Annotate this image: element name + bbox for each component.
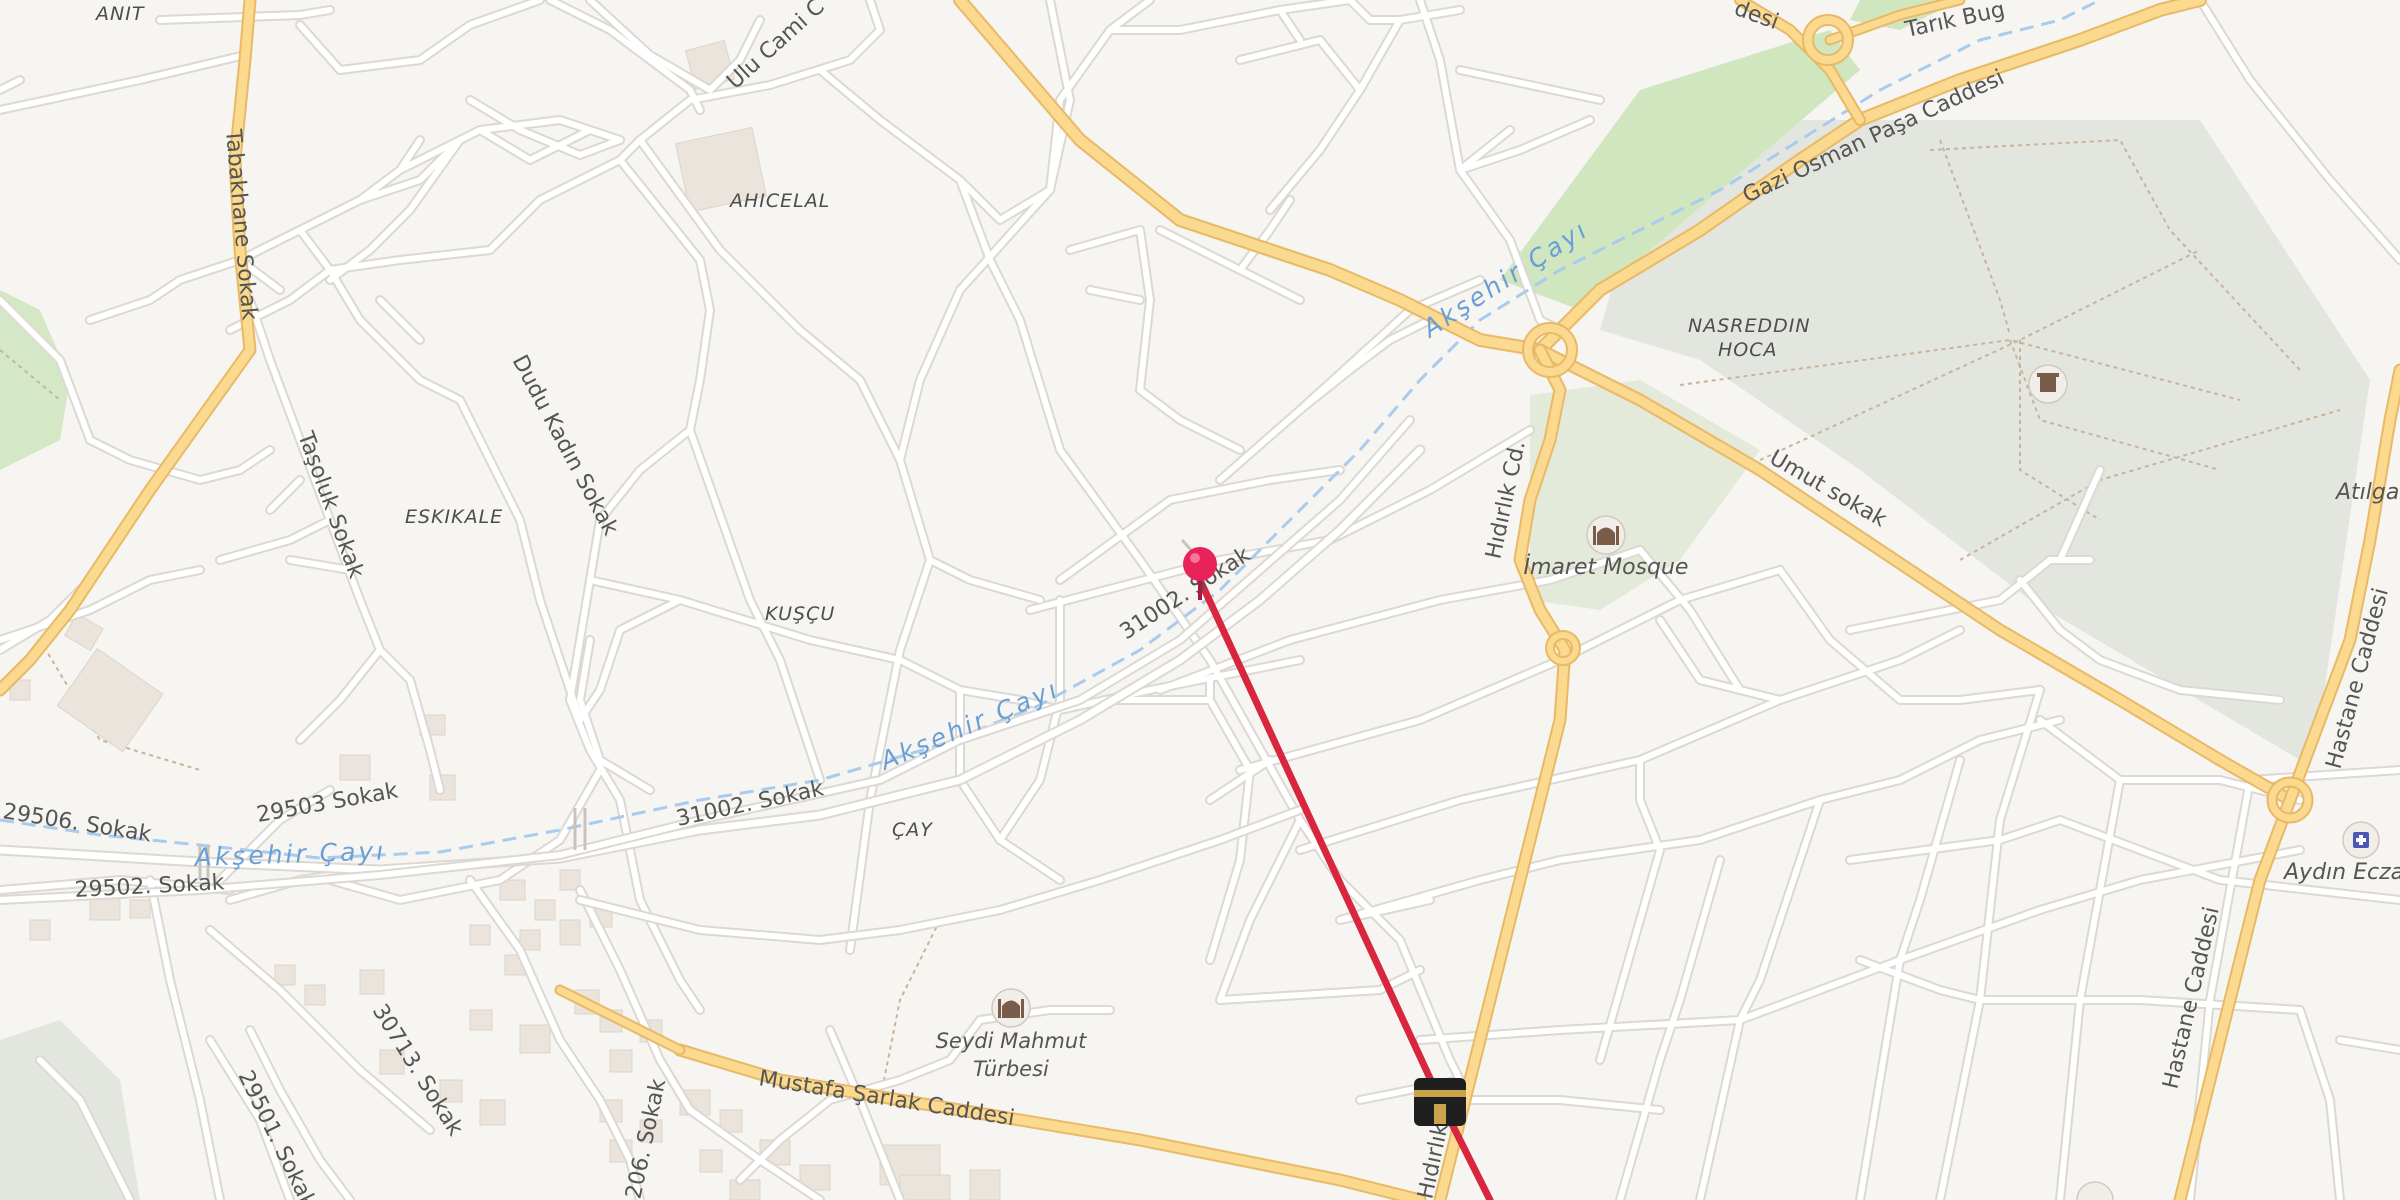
district-label: HOCA [1718, 339, 1778, 361]
district-label: NASREDDIN [1688, 315, 1811, 337]
monument-icon [2037, 373, 2059, 392]
district-label: KUŞÇU [765, 603, 835, 625]
poi-park-monument[interactable] [2028, 364, 2068, 404]
district-label: ÇAY [892, 819, 933, 841]
district-label: AHICELAL [728, 190, 830, 212]
kaaba-icon[interactable] [1414, 1078, 1466, 1126]
map-canvas[interactable]: ANIT AHICELAL ESKIKALE KUŞÇU ÇAY NASREDD… [0, 0, 2400, 1200]
district-label: ESKIKALE [405, 506, 503, 528]
poi-label: İmaret Mosque [1524, 554, 1689, 580]
poi-label-atilgan: Atılgan [2334, 480, 2400, 505]
poi-label: Seydi Mahmut [936, 1029, 1088, 1053]
pharmacy-icon [2353, 832, 2369, 848]
poi-label: Aydın Eczan [2282, 860, 2400, 885]
district-label: ANIT [94, 3, 145, 25]
poi-label-line2: Türbesi [973, 1057, 1049, 1081]
